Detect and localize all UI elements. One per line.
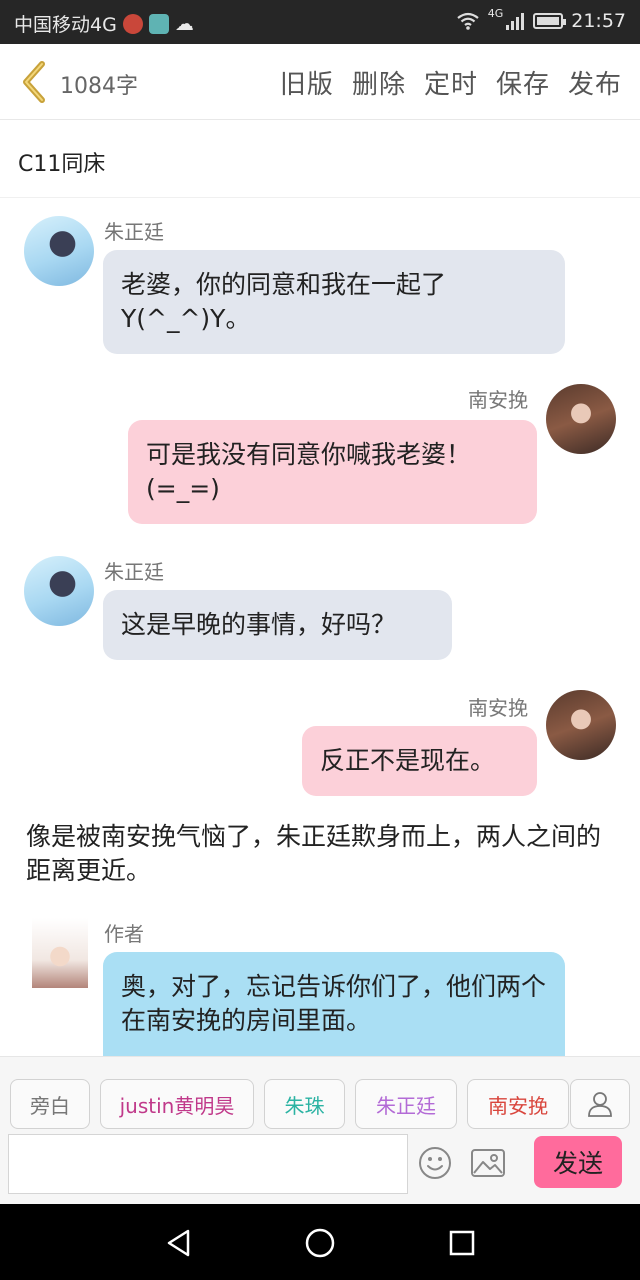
- user-icon: [588, 1092, 612, 1117]
- message-input[interactable]: [8, 1134, 408, 1194]
- avatar[interactable]: [24, 216, 94, 286]
- image-icon[interactable]: [470, 1148, 506, 1178]
- clock: 21:57: [571, 10, 626, 32]
- publish-button[interactable]: 发布: [568, 64, 622, 101]
- chat-area: 朱正廷 老婆，你的同意和我在一起了Y(^_^)Y。 南安挽 可是我没有同意你喊我…: [0, 198, 640, 1056]
- editor-header: 1084字 旧版 删除 定时 保存 发布: [0, 44, 640, 120]
- app-notification-icon: [122, 13, 143, 34]
- word-count: 1084字: [60, 74, 138, 99]
- message-bubble[interactable]: 老婆，你的同意和我在一起了Y(^_^)Y。: [103, 250, 565, 354]
- avatar[interactable]: [546, 690, 616, 760]
- network-type-label: 4G: [487, 6, 504, 20]
- role-button-zhuzhu[interactable]: 朱珠: [264, 1079, 345, 1129]
- sender-name: 南安挽: [468, 388, 528, 412]
- role-button-zhuzhengting[interactable]: 朱正廷: [355, 1079, 457, 1129]
- message-bubble[interactable]: 反正不是现在。: [302, 726, 537, 796]
- old-version-button[interactable]: 旧版: [280, 64, 334, 101]
- input-bar: 发送: [0, 1130, 640, 1204]
- header-actions: 旧版 删除 定时 保存 发布: [280, 64, 622, 101]
- status-right: 4G 21:57: [456, 6, 626, 32]
- status-bar: 中国移动4G ☁ 4G 21:57: [0, 0, 640, 44]
- nav-recents-icon[interactable]: [448, 1229, 476, 1257]
- message-bubble[interactable]: 奥，对了，忘记告诉你们了，他们两个在南安挽的房间里面。: [103, 952, 565, 1056]
- nav-back-icon[interactable]: [164, 1228, 194, 1258]
- send-button[interactable]: 发送: [534, 1136, 622, 1188]
- wifi-icon: [457, 12, 479, 30]
- role-button-nananwan[interactable]: 南安挽: [467, 1079, 569, 1129]
- sender-name: 朱正廷: [104, 560, 164, 584]
- role-button-justin[interactable]: justin黄明昊: [100, 1079, 254, 1129]
- app-notification-icon: [148, 13, 169, 34]
- sender-name: 作者: [104, 922, 144, 946]
- save-button[interactable]: 保存: [496, 64, 550, 101]
- role-selector-bar: 旁白 justin黄明昊 朱珠 朱正廷 南安挽: [0, 1056, 640, 1130]
- chapter-title[interactable]: C11同床: [0, 120, 640, 198]
- signal-icon: [506, 13, 525, 30]
- delete-button[interactable]: 删除: [352, 64, 406, 101]
- avatar[interactable]: [546, 384, 616, 454]
- sender-name: 朱正廷: [104, 220, 164, 244]
- weather-icon: ☁: [174, 12, 194, 35]
- message-bubble[interactable]: 这是早晚的事情，好吗？: [103, 590, 452, 660]
- narration-text[interactable]: 像是被南安挽气恼了，朱正廷欺身而上，两人之间的距离更近。: [26, 820, 616, 888]
- system-nav-bar: [0, 1204, 640, 1280]
- carrier-label: 中国移动4G: [14, 14, 117, 36]
- message-bubble[interactable]: 可是我没有同意你喊我老婆！(=_=): [128, 420, 537, 524]
- role-button-narrator[interactable]: 旁白: [10, 1079, 90, 1129]
- add-role-button[interactable]: [570, 1079, 630, 1129]
- avatar[interactable]: [24, 556, 94, 626]
- battery-icon: [533, 13, 567, 29]
- status-left: 中国移动4G ☁: [14, 10, 194, 37]
- schedule-button[interactable]: 定时: [424, 64, 478, 101]
- back-arrow-icon[interactable]: [16, 58, 52, 106]
- nav-home-icon[interactable]: [304, 1227, 336, 1259]
- sender-name: 南安挽: [468, 696, 528, 720]
- avatar[interactable]: [32, 918, 88, 988]
- emoji-icon[interactable]: [418, 1146, 452, 1180]
